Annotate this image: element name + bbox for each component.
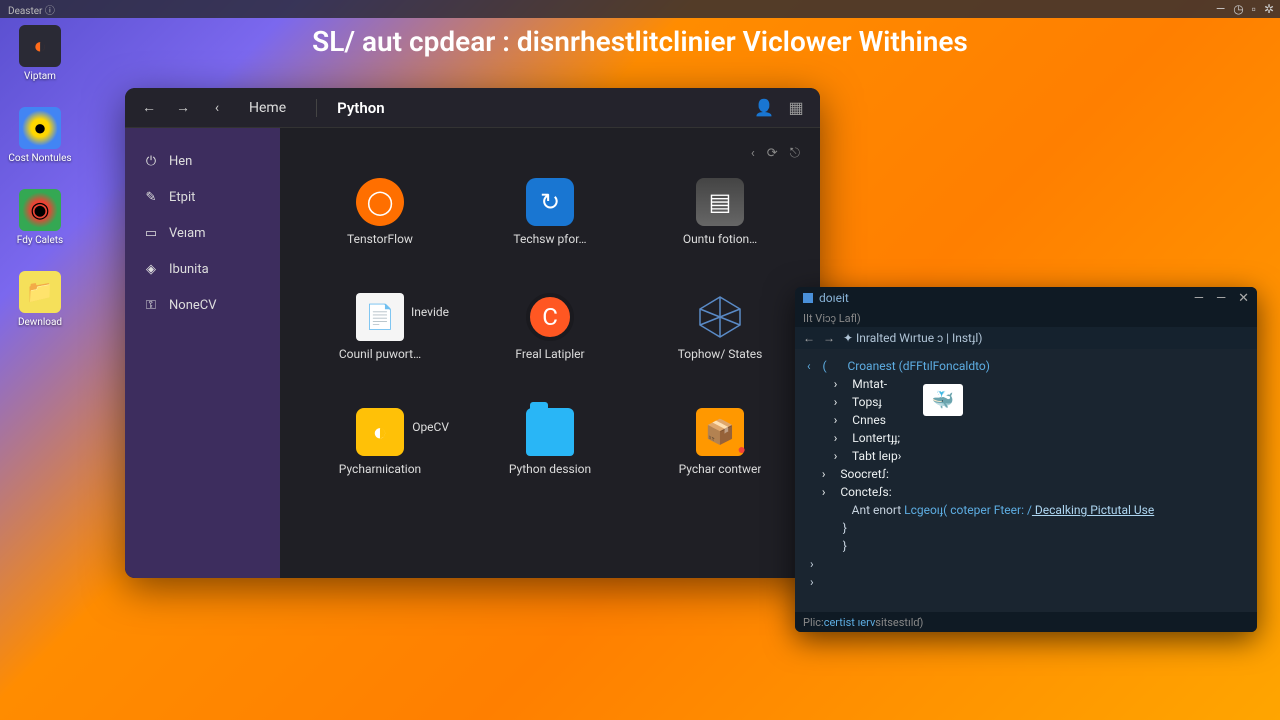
desktop-icon-cost[interactable]: ● Cost Nontules [5,107,75,164]
file-manager-window: ← → ‹ Heme Python 👤 ▦ ⏻ Hen ✎ Etpit ▭ Veıam… [125,88,820,578]
docker-thumbnail-icon [923,384,963,416]
icon-label: Cost Nontules [8,153,71,164]
file-label: TenstorFlow [347,232,413,246]
terminal-path: ✦ Inralted Wırtue ɔ | Instɟl) [843,331,982,345]
file-label: Tophow/ States [678,347,763,361]
sidebar-item-label: Veıam [169,226,206,241]
file-manager-titlebar: ← → ‹ Heme Python 👤 ▦ [125,88,820,128]
sidebar-item-ibunita[interactable]: ◈ Ibunita [125,251,280,287]
maximize-button[interactable]: — [1216,291,1226,306]
minimize-button[interactable]: — [1194,291,1204,306]
terminal-link[interactable]: Decalking Pictutal Use [1032,503,1154,517]
terminal-content[interactable]: ‹ ( Croanest (dFFtılFoncaldto) › Mntat- … [795,349,1257,612]
terminal-statusbar: Plic: certist ıerv sitsestılɗ) [795,612,1257,632]
file-label: Techsw pfor… [513,232,586,246]
file-icon: ◯ [356,178,404,226]
clock-icon[interactable]: ◷ [1233,2,1243,16]
terminal-toolbar: ← → ✦ Inralted Wırtue ɔ | Instɟl) [795,327,1257,349]
breadcrumb-home[interactable]: Heme [239,96,296,120]
file-label: Freal Latipler [515,347,584,361]
terminal-window: doıeit — — ✕ IIt Viɔɔ̨ Lafl) ← → ✦ Inral… [795,287,1257,632]
file-item[interactable]: ↻ Techsw pfor… [470,178,630,278]
system-tray: — ◷ ▫ ✲ [1216,2,1274,16]
sidebar-item-label: NoneCV [169,298,217,313]
nav-forward-button[interactable]: → [171,96,195,120]
terminal-app-icon [803,293,813,303]
folder-icon: 📁 [19,271,61,313]
sidebar-item-label: Ibunita [169,262,209,277]
file-icon: 📄 [356,293,404,341]
file-icon [696,293,744,341]
sidebar-item-hen[interactable]: ⏻ Hen [125,143,280,179]
file-label: Python dession [509,462,591,476]
file-item[interactable]: C Freal Latipler [470,293,630,393]
close-button[interactable]: ✕ [1238,291,1249,306]
file-icon: ◐ [356,408,404,456]
sidebar-item-label: Etpit [169,190,195,205]
sidebar-item-etpit[interactable]: ✎ Etpit [125,179,280,215]
content-toolbar: ‹ ⟳ ⎋ [300,138,800,168]
nav-up-button[interactable]: ‹ [205,96,229,120]
breadcrumb-current[interactable]: Python [316,99,384,117]
file-item[interactable]: ◯ TenstorFlow [300,178,460,278]
desktop-icon-download[interactable]: 📁 Dewnload [5,271,75,328]
icon-label: Dewnload [18,317,62,328]
file-item[interactable]: Tophow/ States [640,293,800,393]
desktop-icons: ◐ Viptam ● Cost Nontules ◉ Fdy Calets 📁 … [5,25,75,328]
sidebar-item-label: Hen [169,154,192,169]
icon-label: Viptam [24,71,56,82]
top-panel-label: Deaster ⓘ [8,2,55,17]
file-grid: ◯ TenstorFlow ↻ Techsw pfor… ▤ Ountu fotion… 📄… [300,168,800,568]
file-icon: ↻ [526,178,574,226]
top-panel: Deaster ⓘ [0,0,1280,18]
file-icon: 📦 [696,408,744,456]
file-item[interactable]: ▤ Ountu fotion… [640,178,800,278]
card-icon: ▭ [143,225,159,241]
file-icon: ▤ [696,178,744,226]
sidebar-item-nonecv[interactable]: ⚿ NoneCV [125,287,280,323]
file-manager-content: ‹ ⟳ ⎋ ◯ TenstorFlow ↻ Techsw pfor… ▤ Ountu fo… [280,128,820,578]
terminal-menu[interactable]: IIt Viɔɔ̨ Lafl) [795,309,1257,327]
user-icon[interactable]: 👤 [752,96,776,120]
page-title: SL/ aut cpdear : disnrhestlitclinier Vic… [270,25,1010,58]
back-icon[interactable]: ← [803,331,815,345]
icon-label: Fdy Calets [17,235,63,246]
filter-icon[interactable]: ⎋ [790,146,800,161]
file-icon: C [526,293,574,341]
back-icon[interactable]: ‹ [751,146,755,161]
app-icon: ◉ [19,189,61,231]
power-icon: ⏻ [143,153,159,169]
settings-icon[interactable]: ✲ [1264,2,1274,16]
terminal-title: doıeit [819,291,849,305]
file-item[interactable]: ◐ Pycharnıication [300,408,460,508]
file-label: Ountu fotion… [683,232,757,246]
file-item[interactable]: 📦 Pychar contwer [640,408,800,508]
minimize-icon[interactable]: — [1216,2,1225,16]
file-icon [526,408,574,456]
app-icon: ● [19,107,61,149]
forward-icon[interactable]: → [823,331,835,345]
app-icon: ◐ [19,25,61,67]
file-item[interactable]: 📄 Counil puwort… [300,293,460,393]
desktop-icon-viptam[interactable]: ◐ Viptam [5,25,75,82]
desktop-icon-fdy[interactable]: ◉ Fdy Calets [5,189,75,246]
file-label: Pycharnıication [339,462,421,476]
sidebar-item-veiam[interactable]: ▭ Veıam [125,215,280,251]
key-icon: ⚿ [143,297,159,313]
view-options-icon[interactable]: ▦ [784,96,808,120]
file-item[interactable]: Python dession [470,408,630,508]
refresh-icon[interactable]: ⟳ [767,146,778,161]
terminal-titlebar[interactable]: doıeit — — ✕ [795,287,1257,309]
restore-icon[interactable]: ▫ [1252,2,1256,16]
nav-back-button[interactable]: ← [137,96,161,120]
file-manager-sidebar: ⏻ Hen ✎ Etpit ▭ Veıam ◈ Ibunita ⚿ NoneCV [125,128,280,578]
diamond-icon: ◈ [143,261,159,277]
edit-icon: ✎ [143,189,159,205]
file-label: Counil puwort… [339,347,421,361]
file-label: Pychar contwer [679,462,762,476]
